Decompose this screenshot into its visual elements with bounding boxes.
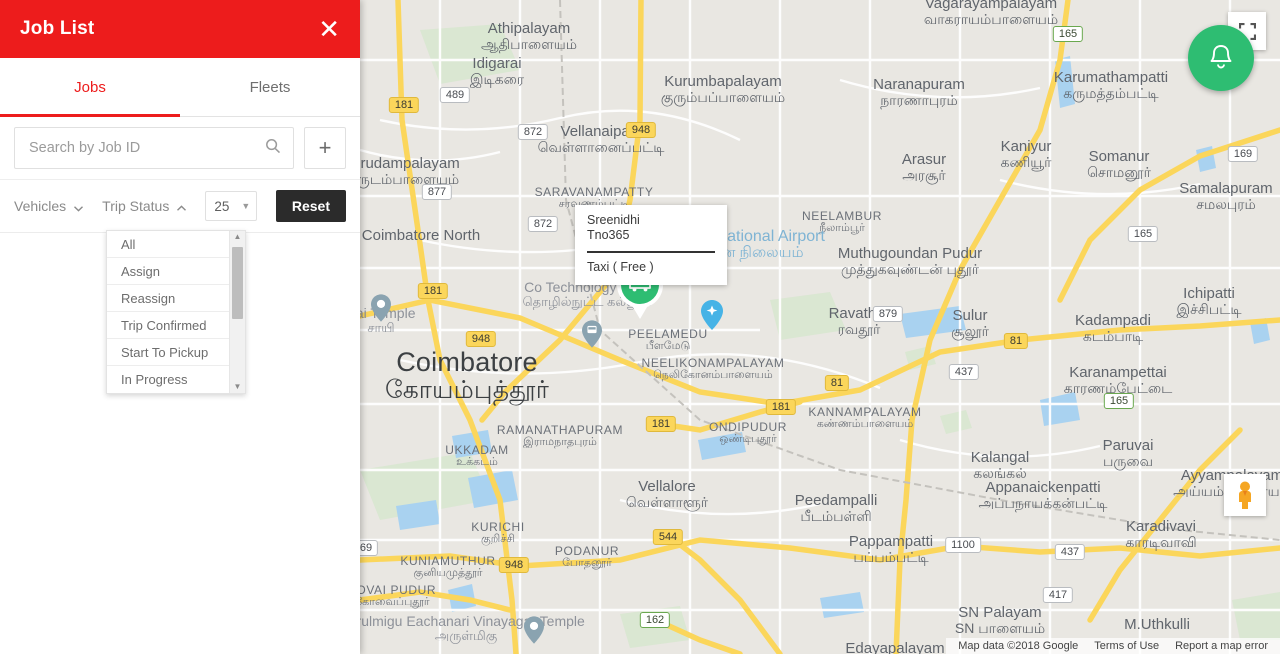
chevron-up-icon [176,201,187,212]
pegman-icon[interactable] [1224,474,1266,516]
route-shield: 81 [824,375,850,391]
info-vehicle-type: Taxi ( Free ) [587,260,654,274]
info-vehicle-name-line2: Tno365 [587,228,630,242]
app-root: Athipalayam ஆதிபாளையம் Idigarai இடிகரை Kurum… [0,0,1280,654]
route-shield: 437 [948,364,980,380]
route-shield: 165 [1103,393,1135,409]
panel-body: All Assign Reassign Trip Confirmed Start To … [0,230,360,654]
filter-row: Vehicles Trip Status 25 ▼ Reset [0,179,360,232]
trip-status-filter[interactable]: Trip Status [102,198,187,214]
trip-status-filter-label: Trip Status [102,198,170,214]
reset-button[interactable]: Reset [275,190,346,222]
route-shield: 872 [527,216,559,232]
route-shield: 948 [498,557,530,573]
trip-status-option[interactable]: Start To Pickup [107,339,229,366]
add-job-button[interactable]: + [304,127,346,169]
attribution-report-link[interactable]: Report a map error [1167,640,1276,652]
route-shield: 489 [439,87,471,103]
panel-tabs: Jobs Fleets [0,58,360,117]
temple-poi-pin[interactable] [371,294,391,322]
search-box[interactable] [14,127,294,169]
route-shield: 165 [1052,26,1084,42]
page-size-value: 25 [214,198,230,214]
chevron-down-icon [73,201,84,212]
trip-status-option-list: All Assign Reassign Trip Confirmed Start To … [107,231,229,393]
vehicles-filter[interactable]: Vehicles [14,198,84,214]
airport-poi-pin[interactable] [701,300,723,330]
search-row: + [0,117,360,179]
page-title: Job List [20,18,95,39]
search-icon[interactable] [265,138,281,159]
route-shield: 181 [765,399,797,415]
bell-icon[interactable] [1188,25,1254,91]
route-shield: 879 [872,306,904,322]
temple-poi-pin-2[interactable] [524,616,544,644]
route-shield: 181 [645,416,677,432]
scrollbar-track[interactable] [230,243,245,381]
route-shield: 872 [517,124,549,140]
job-list-panel: Job List ✕ Jobs Fleets + Vehicles [0,0,360,654]
route-shield: 1100 [945,537,981,553]
route-shield: 169 [1227,146,1259,162]
route-shield: 437 [1054,544,1086,560]
route-shield: 544 [652,529,684,545]
vehicle-info-window: Sreenidhi Tno365 Taxi ( Free ) [575,205,727,285]
search-input[interactable] [27,139,265,157]
trip-status-option[interactable]: Reassign [107,285,229,312]
route-shield: 81 [1003,333,1029,349]
chevron-down-icon-small: ▼ [241,201,251,211]
trip-status-option[interactable]: All [107,231,229,258]
panel-header: Job List ✕ [0,0,360,58]
route-shield: 948 [625,122,657,138]
route-shield: 877 [421,184,453,200]
route-shield: 181 [388,97,420,113]
info-divider [587,251,715,253]
scroll-down-arrow-icon[interactable]: ▼ [234,381,242,393]
tab-jobs[interactable]: Jobs [0,58,180,117]
attribution-map-data: Map data ©2018 Google [958,640,1079,652]
dropdown-scrollbar[interactable]: ▲ ▼ [229,231,245,393]
route-shield: 162 [639,612,671,628]
trip-status-option[interactable]: Trip Confirmed [107,312,229,339]
scroll-up-arrow-icon[interactable]: ▲ [234,231,242,243]
trip-status-option[interactable]: In Progress [107,366,229,393]
route-shield: 165 [1127,226,1159,242]
trip-status-option[interactable]: Assign [107,258,229,285]
page-size-select[interactable]: 25 ▼ [205,191,258,221]
tab-fleets[interactable]: Fleets [180,58,360,116]
map-attribution: Map data ©2018 Google Terms of Use Repor… [946,638,1280,654]
info-vehicle-name-line1: Sreenidhi [587,213,640,227]
vehicles-filter-label: Vehicles [14,198,67,214]
route-shield: 181 [417,283,449,299]
bus-poi-pin[interactable] [582,320,602,348]
route-shield: 948 [465,331,497,347]
close-icon[interactable]: ✕ [318,16,340,42]
route-shield: 417 [1042,587,1074,603]
scrollbar-thumb[interactable] [232,247,243,319]
trip-status-dropdown[interactable]: All Assign Reassign Trip Confirmed Start To … [106,230,246,394]
attribution-terms-link[interactable]: Terms of Use [1086,640,1167,652]
